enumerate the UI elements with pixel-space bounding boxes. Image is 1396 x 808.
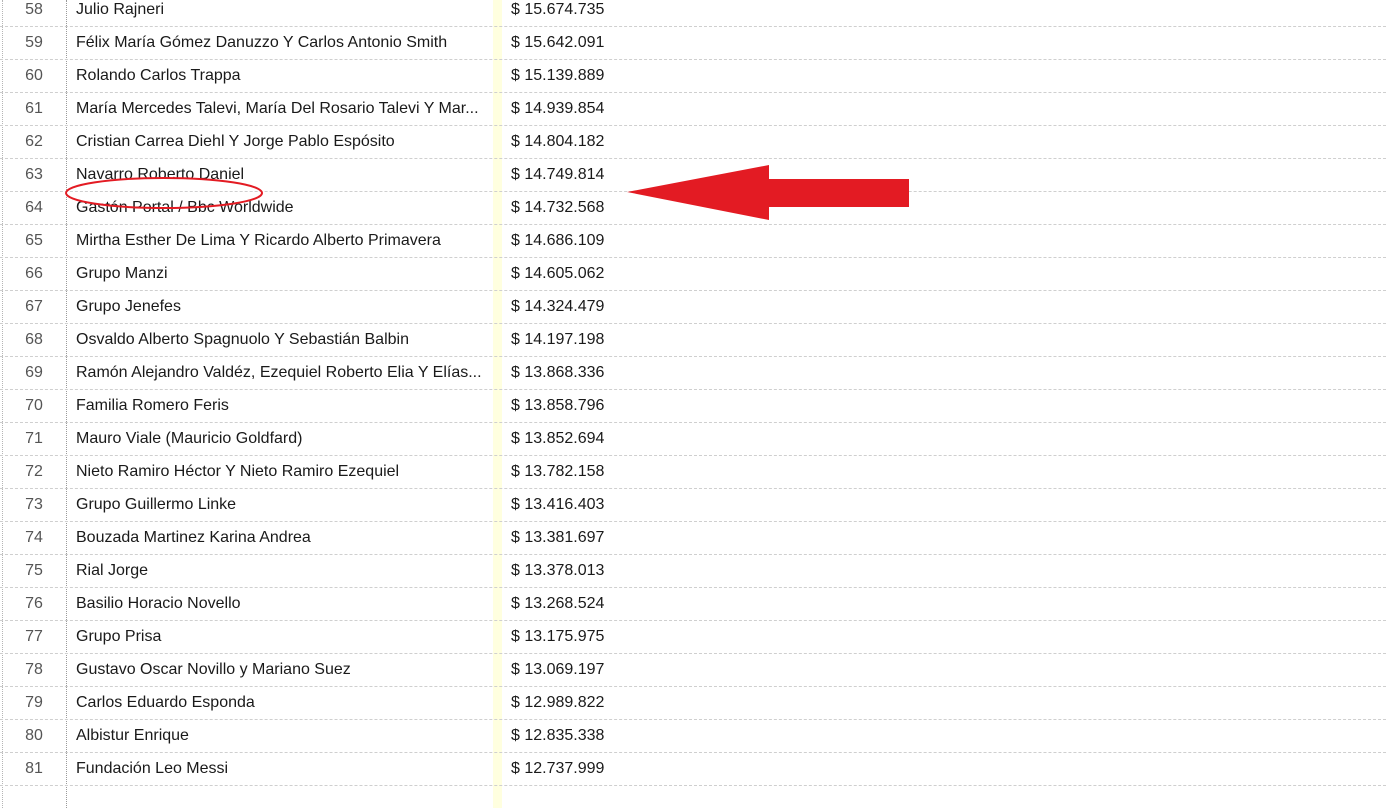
row-number-cell: 65 [25, 232, 43, 249]
table-row[interactable]: 70 Familia Romero Feris $ 13.858.796 [0, 390, 1386, 423]
amount-cell[interactable]: $ 14.732.568 [493, 192, 1386, 224]
name-cell[interactable]: Gustavo Oscar Novillo y Mariano Suez [66, 654, 493, 686]
row-number-cell: 76 [25, 595, 43, 612]
amount-cell[interactable]: $ 15.139.889 [493, 60, 1386, 92]
amount-cell[interactable]: $ 14.605.062 [493, 258, 1386, 290]
amount-cell[interactable]: $ 13.416.403 [493, 489, 1386, 521]
table-row[interactable]: 72 Nieto Ramiro Héctor Y Nieto Ramiro Eze… [0, 456, 1386, 489]
name-cell[interactable]: Grupo Prisa [66, 621, 493, 653]
amount-cell[interactable]: $ 14.324.479 [493, 291, 1386, 323]
row-number-cell: 81 [25, 760, 43, 777]
row-number-cell: 61 [25, 100, 43, 117]
table-row[interactable]: 79 Carlos Eduardo Esponda $ 12.989.822 [0, 687, 1386, 720]
table-row[interactable]: 60 Rolando Carlos Trappa $ 15.139.889 [0, 60, 1386, 93]
amount-cell[interactable]: $ 13.268.524 [493, 588, 1386, 620]
table-row[interactable]: 80 Albistur Enrique $ 12.835.338 [0, 720, 1386, 753]
table-row[interactable]: 71 Mauro Viale (Mauricio Goldfard) $ 13.85… [0, 423, 1386, 456]
name-cell[interactable]: Rial Jorge [66, 555, 493, 587]
table-row[interactable]: 66 Grupo Manzi $ 14.605.062 [0, 258, 1386, 291]
row-number-cell: 75 [25, 562, 43, 579]
amount-cell[interactable]: $ 12.737.999 [493, 753, 1386, 785]
amount-cell[interactable]: $ 13.069.197 [493, 654, 1386, 686]
row-number-cell: 66 [25, 265, 43, 282]
row-number-cell: 72 [25, 463, 43, 480]
table-row[interactable]: 67 Grupo Jenefes $ 14.324.479 [0, 291, 1386, 324]
amount-cell[interactable]: $ 14.804.182 [493, 126, 1386, 158]
name-cell[interactable]: Mirtha Esther De Lima Y Ricardo Alberto … [66, 225, 493, 257]
name-cell[interactable]: Grupo Manzi [66, 258, 493, 290]
row-number-cell: 60 [25, 67, 43, 84]
name-cell[interactable]: María Mercedes Talevi, María Del Rosario… [66, 93, 493, 125]
table-row[interactable]: 73 Grupo Guillermo Linke $ 13.416.403 [0, 489, 1386, 522]
amount-cell[interactable]: $ 13.852.694 [493, 423, 1386, 455]
table-row[interactable]: 69 Ramón Alejandro Valdéz, Ezequiel Rober… [0, 357, 1386, 390]
name-cell[interactable]: Rolando Carlos Trappa [66, 60, 493, 92]
row-number-cell: 64 [25, 199, 43, 216]
name-cell[interactable]: Grupo Jenefes [66, 291, 493, 323]
row-number-cell: 62 [25, 133, 43, 150]
name-cell[interactable]: Albistur Enrique [66, 720, 493, 752]
row-number-cell: 77 [25, 628, 43, 645]
amount-cell[interactable]: $ 15.642.091 [493, 27, 1386, 59]
table-row[interactable]: 64 Gastón Portal / Bbc Worldwide $ 14.732.… [0, 192, 1386, 225]
table-row[interactable]: 76 Basilio Horacio Novello $ 13.268.524 [0, 588, 1386, 621]
table-row[interactable]: 62 Cristian Carrea Diehl Y Jorge Pablo Es… [0, 126, 1386, 159]
row-number-cell: 73 [25, 496, 43, 513]
table-row[interactable]: 74 Bouzada Martinez Karina Andrea $ 13.381… [0, 522, 1386, 555]
amount-cell[interactable]: $ 14.197.198 [493, 324, 1386, 356]
row-number-cell: 67 [25, 298, 43, 315]
row-number-cell: 78 [25, 661, 43, 678]
row-number-cell: 69 [25, 364, 43, 381]
row-number-cell: 80 [25, 727, 43, 744]
amount-cell[interactable]: $ 13.381.697 [493, 522, 1386, 554]
name-cell[interactable]: Osvaldo Alberto Spagnuolo Y Sebastián Ba… [66, 324, 493, 356]
spreadsheet-table: 58 Julio Rajneri $ 15.674.735 59 Félix María… [0, 0, 1396, 808]
table-row[interactable]: 59 Félix María Gómez Danuzzo Y Carlos Ant… [0, 27, 1386, 60]
amount-cell[interactable]: $ 13.175.975 [493, 621, 1386, 653]
name-cell[interactable]: Familia Romero Feris [66, 390, 493, 422]
amount-cell[interactable]: $ 14.686.109 [493, 225, 1386, 257]
row-number-cell: 74 [25, 529, 43, 546]
amount-cell[interactable]: $ 13.782.158 [493, 456, 1386, 488]
name-cell[interactable]: Cristian Carrea Diehl Y Jorge Pablo Espó… [66, 126, 493, 158]
table-row[interactable]: 81 Fundación Leo Messi $ 12.737.999 [0, 753, 1386, 786]
name-cell[interactable]: Nieto Ramiro Héctor Y Nieto Ramiro Ezequ… [66, 456, 493, 488]
name-cell[interactable]: Basilio Horacio Novello [66, 588, 493, 620]
amount-cell[interactable]: $ 12.989.822 [493, 687, 1386, 719]
name-cell[interactable]: Félix María Gómez Danuzzo Y Carlos Anton… [66, 27, 493, 59]
amount-cell[interactable]: $ 12.835.338 [493, 720, 1386, 752]
table-row[interactable]: 61 María Mercedes Talevi, María Del Rosar… [0, 93, 1386, 126]
table-row[interactable]: 63 Navarro Roberto Daniel $ 14.749.814 [0, 159, 1386, 192]
name-cell[interactable]: Grupo Guillermo Linke [66, 489, 493, 521]
row-number-cell: 63 [25, 166, 43, 183]
table-row[interactable]: 58 Julio Rajneri $ 15.674.735 [0, 0, 1386, 27]
table-row[interactable]: 78 Gustavo Oscar Novillo y Mariano Suez $ … [0, 654, 1386, 687]
table-row[interactable]: 68 Osvaldo Alberto Spagnuolo Y Sebastián … [0, 324, 1386, 357]
table-row[interactable]: 65 Mirtha Esther De Lima Y Ricardo Albert… [0, 225, 1386, 258]
amount-cell[interactable]: $ 15.674.735 [493, 0, 1386, 26]
table-row[interactable]: 77 Grupo Prisa $ 13.175.975 [0, 621, 1386, 654]
row-number-cell: 79 [25, 694, 43, 711]
table-row[interactable]: 75 Rial Jorge $ 13.378.013 [0, 555, 1386, 588]
name-cell[interactable]: Ramón Alejandro Valdéz, Ezequiel Roberto… [66, 357, 493, 389]
row-number-cell: 68 [25, 331, 43, 348]
name-cell[interactable]: Julio Rajneri [66, 0, 493, 26]
amount-cell[interactable]: $ 14.749.814 [493, 159, 1386, 191]
row-number-cell: 71 [25, 430, 43, 447]
row-number-cell: 58 [25, 1, 43, 18]
amount-cell[interactable]: $ 14.939.854 [493, 93, 1386, 125]
name-cell[interactable]: Gastón Portal / Bbc Worldwide [66, 192, 493, 224]
row-number-cell: 70 [25, 397, 43, 414]
amount-cell[interactable]: $ 13.868.336 [493, 357, 1386, 389]
name-cell[interactable]: Navarro Roberto Daniel [66, 159, 493, 191]
amount-cell[interactable]: $ 13.858.796 [493, 390, 1386, 422]
row-number-cell: 59 [25, 34, 43, 51]
name-cell[interactable]: Mauro Viale (Mauricio Goldfard) [66, 423, 493, 455]
name-cell[interactable]: Carlos Eduardo Esponda [66, 687, 493, 719]
name-cell[interactable]: Fundación Leo Messi [66, 753, 493, 785]
name-cell[interactable]: Bouzada Martinez Karina Andrea [66, 522, 493, 554]
amount-cell[interactable]: $ 13.378.013 [493, 555, 1386, 587]
